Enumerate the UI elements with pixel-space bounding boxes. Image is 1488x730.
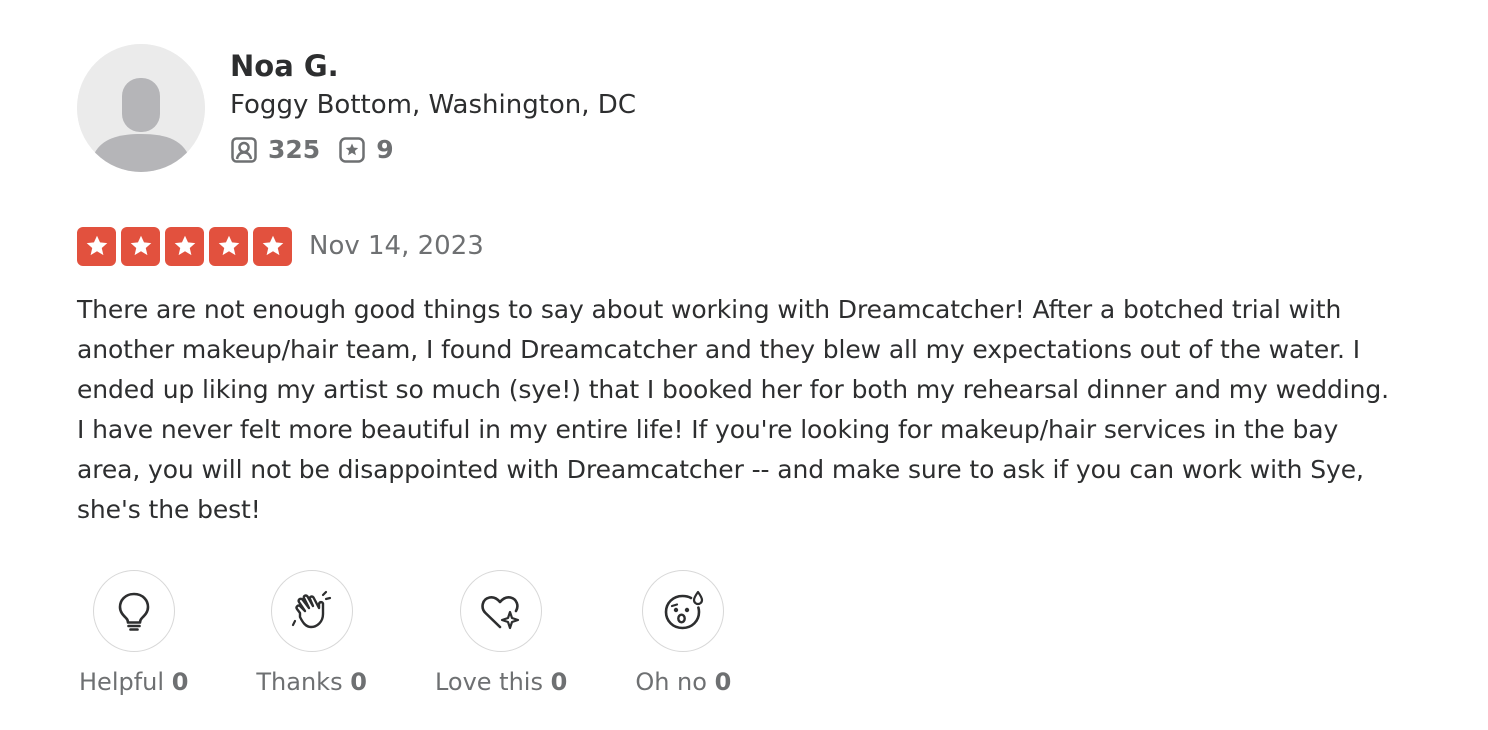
reaction-love-this-text: Love this xyxy=(434,668,543,696)
reaction-love-this-count: 0 xyxy=(550,668,568,696)
star-4 xyxy=(209,226,248,266)
star-icon xyxy=(218,235,239,256)
reaction-oh-no-label: Oh no 0 xyxy=(635,668,731,696)
star-icon xyxy=(174,235,195,256)
reaction-helpful[interactable]: Helpful 0 xyxy=(79,570,188,696)
reaction-thanks[interactable]: Thanks 0 xyxy=(256,570,367,696)
friends-stat: 325 xyxy=(230,135,320,164)
waving-hand-icon xyxy=(291,590,331,629)
star-3 xyxy=(165,226,204,266)
star-5 xyxy=(253,226,292,266)
reaction-thanks-count: 0 xyxy=(350,668,367,696)
lightbulb-icon xyxy=(118,592,149,631)
reaction-oh-no[interactable]: Oh no 0 xyxy=(635,570,731,696)
reaction-love-this-button[interactable] xyxy=(460,570,543,652)
heart-sparkle-icon xyxy=(481,595,520,630)
reaction-thanks-text: Thanks xyxy=(256,668,343,696)
default-user-icon xyxy=(77,44,205,172)
reviews-count: 9 xyxy=(376,135,394,164)
reaction-oh-no-button[interactable] xyxy=(642,570,725,652)
reaction-love-this[interactable]: Love this 0 xyxy=(435,570,567,696)
avatar[interactable] xyxy=(77,44,205,172)
reviews-stat: 9 xyxy=(338,135,394,164)
surprised-face-icon xyxy=(664,590,704,630)
user-stats: 325 9 xyxy=(230,135,636,164)
user-name[interactable]: Noa G. xyxy=(230,47,636,85)
reaction-helpful-count: 0 xyxy=(171,668,189,696)
star-icon xyxy=(262,235,283,256)
user-block: Noa G. Foggy Bottom, Washington, DC 325 xyxy=(77,44,1397,176)
rating-row: Nov 14, 2023 xyxy=(77,226,1397,266)
star-icon xyxy=(130,235,151,256)
reaction-thanks-button[interactable] xyxy=(270,570,353,652)
user-info: Noa G. Foggy Bottom, Washington, DC 325 xyxy=(230,44,636,164)
user-location: Foggy Bottom, Washington, DC xyxy=(230,90,636,120)
review-card: Noa G. Foggy Bottom, Washington, DC 325 xyxy=(77,44,1397,696)
reaction-love-this-label: Love this 0 xyxy=(435,668,567,696)
review-date: Nov 14, 2023 xyxy=(309,231,484,261)
friends-icon xyxy=(231,136,257,163)
review-star-icon xyxy=(339,136,365,163)
friends-count: 325 xyxy=(268,135,321,164)
review-text: There are not enough good things to say … xyxy=(77,295,1389,524)
reaction-oh-no-count: 0 xyxy=(714,668,732,696)
star-rating xyxy=(77,226,292,266)
reaction-helpful-button[interactable] xyxy=(92,570,175,652)
reaction-helpful-label: Helpful 0 xyxy=(79,668,188,696)
star-icon xyxy=(86,235,107,256)
reactions-bar: Helpful 0 Thanks 0 Love this 0 Oh no 0 xyxy=(77,570,1397,696)
reaction-thanks-label: Thanks 0 xyxy=(256,668,367,696)
star-2 xyxy=(121,226,160,266)
reaction-oh-no-text: Oh no xyxy=(635,668,707,696)
reaction-helpful-text: Helpful xyxy=(79,668,165,696)
star-1 xyxy=(77,226,116,266)
